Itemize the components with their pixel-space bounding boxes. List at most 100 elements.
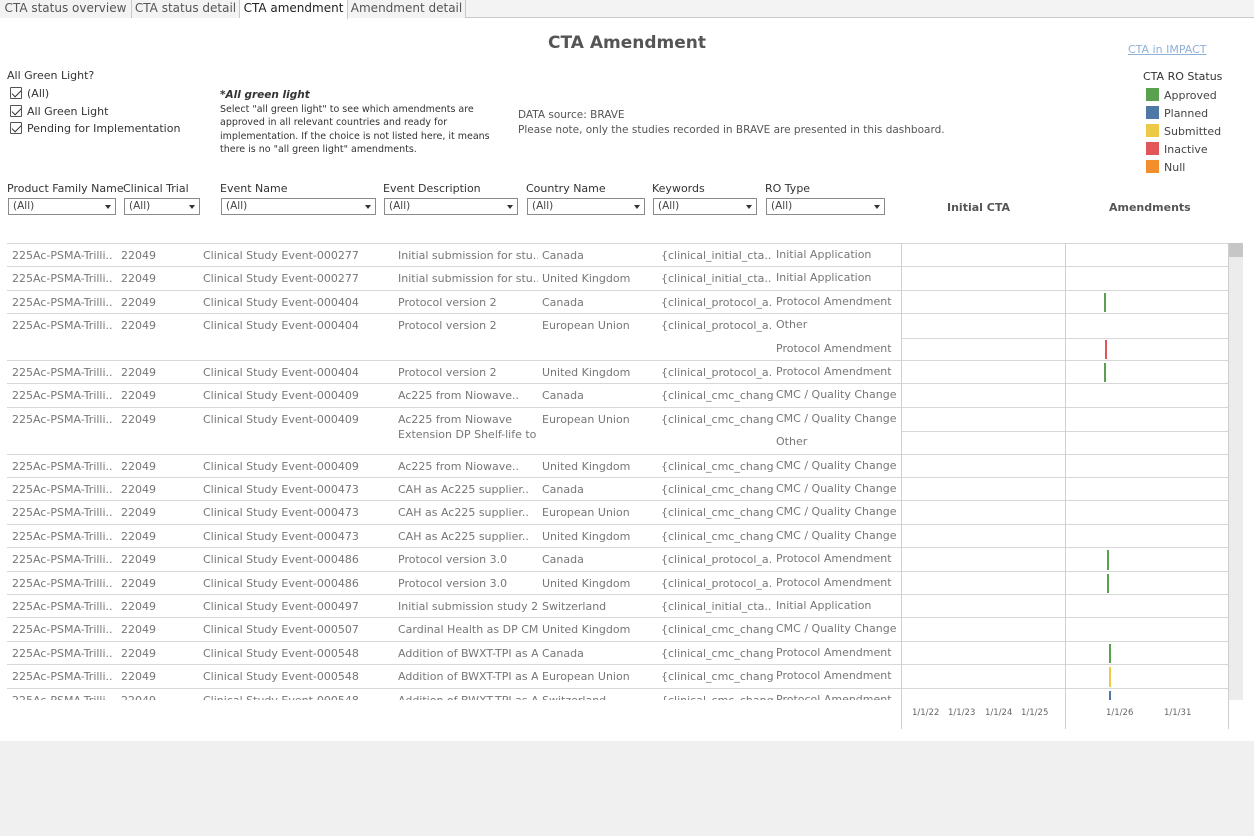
filter-select-product-family-name[interactable]: (All) bbox=[8, 198, 116, 215]
cell-keywords: {clinical_cmc_chang.. bbox=[661, 482, 773, 497]
checkbox-checked-icon[interactable] bbox=[10, 105, 22, 117]
cell-text: {clinical_protocol_a.. bbox=[661, 366, 773, 379]
cell-desc: Protocol version 3.0 bbox=[398, 552, 538, 567]
cell-ro-type: Protocol Amendment bbox=[776, 294, 892, 308]
cell-product: 225Ac-PSMA-Trilli.. bbox=[12, 599, 117, 614]
amendment-mark-approved[interactable] bbox=[1107, 550, 1110, 570]
table-row[interactable]: 225Ac-PSMA-Trilli..22049Clinical Study E… bbox=[7, 455, 1229, 478]
cell-text: Clinical Study Event-000409 bbox=[203, 459, 359, 473]
checkbox-pending-implementation[interactable]: Pending for Implementation bbox=[10, 122, 180, 136]
table-row[interactable]: 225Ac-PSMA-Trilli..22049Clinical Study E… bbox=[7, 501, 1229, 525]
cell-trial: 22049 bbox=[121, 271, 201, 286]
table-row[interactable]: 225Ac-PSMA-Trilli..22049Clinical Study E… bbox=[7, 267, 1229, 291]
table-row[interactable]: 225Ac-PSMA-Trilli..22049Clinical Study E… bbox=[7, 525, 1229, 549]
amendment-mark-approved[interactable] bbox=[1108, 643, 1111, 664]
checkbox-checked-icon[interactable] bbox=[10, 122, 22, 134]
amendment-mark-approved[interactable] bbox=[1104, 292, 1107, 313]
cell-product: 225Ac-PSMA-Trilli.. bbox=[12, 529, 117, 544]
cell-ro-type: Protocol Amendment bbox=[776, 575, 892, 589]
green-light-note: *All green light Select "all green light… bbox=[220, 89, 490, 157]
filter-label-keywords: Keywords bbox=[652, 182, 705, 195]
filter-select-keywords[interactable]: (All) bbox=[653, 198, 757, 215]
filter-select-ro-type[interactable]: (All) bbox=[766, 198, 885, 215]
cell-event: Clinical Study Event-000548 bbox=[203, 646, 393, 661]
chevron-down-icon[interactable] bbox=[874, 205, 880, 209]
cell-text: United Kingdom bbox=[542, 576, 631, 590]
table-row[interactable]: 225Ac-PSMA-Trilli..22049Clinical Study E… bbox=[7, 314, 1229, 361]
cell-event: Clinical Study Event-000404 bbox=[203, 295, 393, 310]
checkbox-all[interactable]: (All) bbox=[10, 87, 49, 101]
table-row[interactable]: 225Ac-PSMA-Trilli..22049Clinical Study E… bbox=[7, 361, 1229, 385]
amendment-mark-submitted[interactable] bbox=[1108, 667, 1111, 687]
table-row[interactable]: 225Ac-PSMA-Trilli..22049Clinical Study E… bbox=[7, 478, 1229, 502]
filter-label-event-description: Event Description bbox=[383, 182, 481, 195]
legend-swatch bbox=[1146, 142, 1159, 155]
legend-label: Submitted bbox=[1164, 125, 1222, 138]
amendment-mark-approved[interactable] bbox=[1107, 573, 1110, 593]
cell-keywords: {clinical_initial_cta.. bbox=[661, 271, 773, 286]
cta-in-impact-link[interactable]: CTA in IMPACT bbox=[1128, 43, 1207, 56]
legend-label: Null bbox=[1164, 161, 1186, 174]
chevron-down-icon[interactable] bbox=[365, 205, 371, 209]
amendment-mark-planned[interactable] bbox=[1109, 690, 1112, 700]
table-row[interactable]: 225Ac-PSMA-Trilli..22049Clinical Study E… bbox=[7, 689, 1229, 700]
cell-text: Clinical Study Event-000497 bbox=[203, 600, 359, 613]
table-row[interactable]: 225Ac-PSMA-Trilli..22049Clinical Study E… bbox=[7, 572, 1229, 595]
filter-select-country-name[interactable]: (All) bbox=[527, 198, 645, 215]
amendment-mark-inactive[interactable] bbox=[1104, 339, 1107, 359]
legend-item-submitted: Submitted bbox=[1146, 124, 1221, 138]
checkbox-all-green-light[interactable]: All Green Light bbox=[10, 105, 108, 119]
amendment-mark-approved[interactable] bbox=[1104, 363, 1107, 383]
cell-keywords: {clinical_protocol_a.. bbox=[661, 552, 773, 567]
chevron-down-icon[interactable] bbox=[105, 205, 111, 209]
tab-cta-status-detail[interactable]: CTA status detail bbox=[132, 0, 240, 18]
filter-select-event-description[interactable]: (All) bbox=[384, 198, 518, 215]
table-row[interactable]: 225Ac-PSMA-Trilli..22049Clinical Study E… bbox=[7, 244, 1229, 268]
legend-item-null: Null bbox=[1146, 160, 1185, 174]
cell-country: United Kingdom bbox=[542, 622, 657, 637]
cell-text: Protocol version 2 bbox=[398, 319, 497, 333]
cell-country: Canada bbox=[542, 482, 657, 497]
cell-country: United Kingdom bbox=[542, 365, 657, 380]
initial-cta-axis-tick: 1/1/22 bbox=[912, 708, 940, 718]
checkbox-checked-icon[interactable] bbox=[10, 87, 22, 99]
cell-text: {clinical_cmc_chang.. bbox=[661, 506, 773, 520]
cell-event: Clinical Study Event-000548 bbox=[203, 693, 393, 700]
data-source-note: DATA source: BRAVE Please note, only the… bbox=[518, 108, 945, 138]
table-row[interactable]: 225Ac-PSMA-Trilli..22049Clinical Study E… bbox=[7, 408, 1229, 455]
note-title: *All green light bbox=[220, 89, 310, 101]
table-row[interactable]: 225Ac-PSMA-Trilli..22049Clinical Study E… bbox=[7, 642, 1229, 666]
cell-text: {clinical_protocol_a.. bbox=[661, 295, 773, 309]
cell-ro-type: CMC / Quality Change bbox=[776, 388, 897, 402]
cell-ro-type: Initial Application bbox=[776, 248, 872, 261]
cell-trial: 22049 bbox=[121, 669, 201, 684]
cell-product: 225Ac-PSMA-Trilli.. bbox=[12, 365, 117, 380]
filter-select-clinical-trial[interactable]: (All) bbox=[124, 198, 200, 215]
cell-text: 22049 bbox=[121, 600, 156, 613]
cell-trial: 22049 bbox=[121, 482, 201, 497]
chevron-down-icon[interactable] bbox=[189, 205, 195, 209]
cell-text: Clinical Study Event-000277 bbox=[203, 272, 359, 286]
cell-text: 225Ac-PSMA-Trilli.. bbox=[12, 553, 113, 567]
table-row[interactable]: 225Ac-PSMA-Trilli..22049Clinical Study E… bbox=[7, 291, 1229, 315]
table-row[interactable]: 225Ac-PSMA-Trilli..22049Clinical Study E… bbox=[7, 548, 1229, 572]
table-scrollbar[interactable] bbox=[1229, 243, 1243, 700]
chevron-down-icon[interactable] bbox=[507, 205, 513, 209]
tab-cta-amendment[interactable]: CTA amendment bbox=[240, 0, 348, 19]
tab-amendment-detail[interactable]: Amendment detail bbox=[348, 0, 466, 18]
cell-text: Canada bbox=[542, 389, 584, 403]
chevron-down-icon[interactable] bbox=[746, 205, 752, 209]
table-row[interactable]: 225Ac-PSMA-Trilli..22049Clinical Study E… bbox=[7, 384, 1229, 408]
tab-cta-status-overview[interactable]: CTA status overview bbox=[0, 0, 132, 18]
table-scroll-thumb[interactable] bbox=[1229, 243, 1243, 257]
chevron-down-icon[interactable] bbox=[634, 205, 640, 209]
cell-text: {clinical_cmc_chang.. bbox=[661, 412, 773, 426]
cell-product: 225Ac-PSMA-Trilli.. bbox=[12, 295, 117, 310]
table-row[interactable]: 225Ac-PSMA-Trilli.. 22049 Clinical Study E… bbox=[7, 595, 1229, 619]
amendments-axis-tick: 1/1/31 bbox=[1164, 708, 1192, 718]
cell-ro-type: Protocol Amendment bbox=[776, 692, 892, 700]
filter-select-event-name[interactable]: (All) bbox=[221, 198, 376, 215]
tab-bar: CTA status overview CTA status detail CT… bbox=[0, 0, 1254, 19]
table-row[interactable]: 225Ac-PSMA-Trilli..22049Clinical Study E… bbox=[7, 618, 1229, 642]
table-row[interactable]: 225Ac-PSMA-Trilli..22049Clinical Study E… bbox=[7, 665, 1229, 689]
